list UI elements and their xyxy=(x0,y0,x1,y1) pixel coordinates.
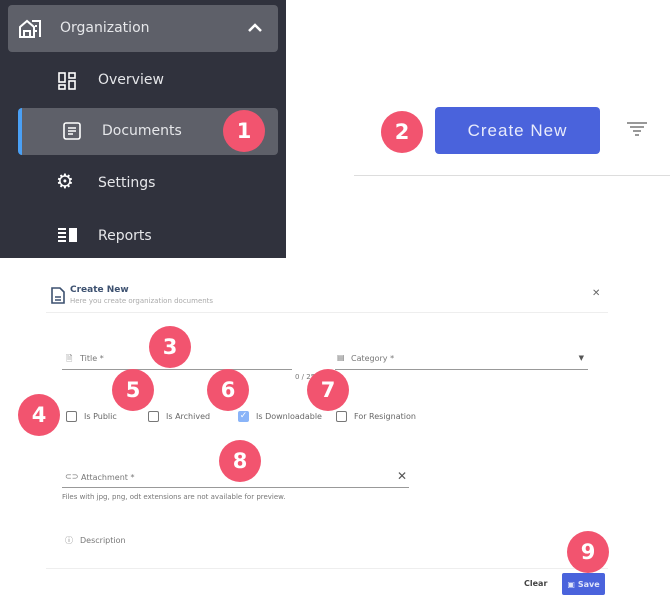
paperclip-icon: ⊂⊃ xyxy=(65,472,79,481)
annotation-badge: 4 xyxy=(18,394,60,436)
save-button[interactable]: ▣ Save xyxy=(562,573,605,595)
sidebar-item-label: Reports xyxy=(98,228,152,244)
create-new-button[interactable]: Create New xyxy=(435,107,600,154)
dropdown-arrow-icon: ▼ xyxy=(578,354,584,362)
annotation-badge: 7 xyxy=(307,369,349,411)
sidebar-group-organization[interactable]: Organization xyxy=(8,5,278,52)
divider xyxy=(354,175,670,176)
file-icon: 🗎 xyxy=(66,354,73,363)
category-select[interactable]: ▤ Category * ▼ xyxy=(335,350,588,370)
filter-icon[interactable] xyxy=(627,122,647,136)
chevron-up-icon[interactable] xyxy=(248,23,262,33)
save-label: Save xyxy=(577,579,600,589)
building-icon xyxy=(19,19,41,38)
sidebar-item-reports[interactable]: Reports xyxy=(56,224,276,248)
gear-icon: ⚙ xyxy=(56,169,74,193)
annotation-badge: 3 xyxy=(149,326,191,368)
clear-attachment-icon[interactable]: ✕ xyxy=(397,469,407,483)
category-label: Category * xyxy=(351,354,395,363)
description-textarea[interactable]: Description xyxy=(80,536,126,545)
checkbox-label: Is Archived xyxy=(166,412,211,421)
sidebar-item-label: Settings xyxy=(98,175,156,191)
for-resignation-checkbox[interactable] xyxy=(336,411,347,422)
is-archived-checkbox[interactable] xyxy=(148,411,159,422)
annotation-badge: 8 xyxy=(219,440,261,482)
checkbox-label: Is Downloadable xyxy=(256,412,322,421)
annotation-badge: 2 xyxy=(381,111,423,153)
sidebar-item-label: Overview xyxy=(98,72,164,88)
clear-button[interactable]: Clear xyxy=(524,579,547,588)
is-downloadable-checkbox[interactable]: ✓ xyxy=(238,411,249,422)
close-icon[interactable]: ✕ xyxy=(592,288,600,299)
attachment-label: Attachment * xyxy=(81,473,135,482)
document-icon xyxy=(51,287,65,304)
dashboard-icon xyxy=(58,72,76,90)
document-icon xyxy=(63,122,81,140)
is-public-checkbox[interactable] xyxy=(66,411,77,422)
info-icon: ⓘ xyxy=(65,536,73,545)
sidebar-group-label: Organization xyxy=(60,20,150,36)
save-icon: ▣ xyxy=(567,579,575,589)
sidebar-item-label: Documents xyxy=(102,123,182,139)
title-label: Title * xyxy=(80,354,104,363)
dialog-title: Create New xyxy=(70,285,129,295)
divider xyxy=(46,568,608,569)
annotation-badge: 5 xyxy=(112,369,154,411)
dialog-subtitle: Here you create organization documents xyxy=(70,297,214,305)
checkbox-label: For Resignation xyxy=(354,412,416,421)
sidebar-item-settings[interactable]: ⚙ Settings xyxy=(56,169,276,196)
sidebar-item-overview[interactable]: Overview xyxy=(56,70,276,94)
annotation-badge: 1 xyxy=(223,110,265,152)
divider xyxy=(46,312,608,313)
list-icon: ▤ xyxy=(337,353,345,362)
reports-icon xyxy=(58,228,77,242)
annotation-badge: 9 xyxy=(567,531,609,573)
annotation-badge: 6 xyxy=(207,369,249,411)
checkbox-label: Is Public xyxy=(84,412,117,421)
attachment-hint: Files with jpg, png, odt extensions are … xyxy=(62,493,286,501)
